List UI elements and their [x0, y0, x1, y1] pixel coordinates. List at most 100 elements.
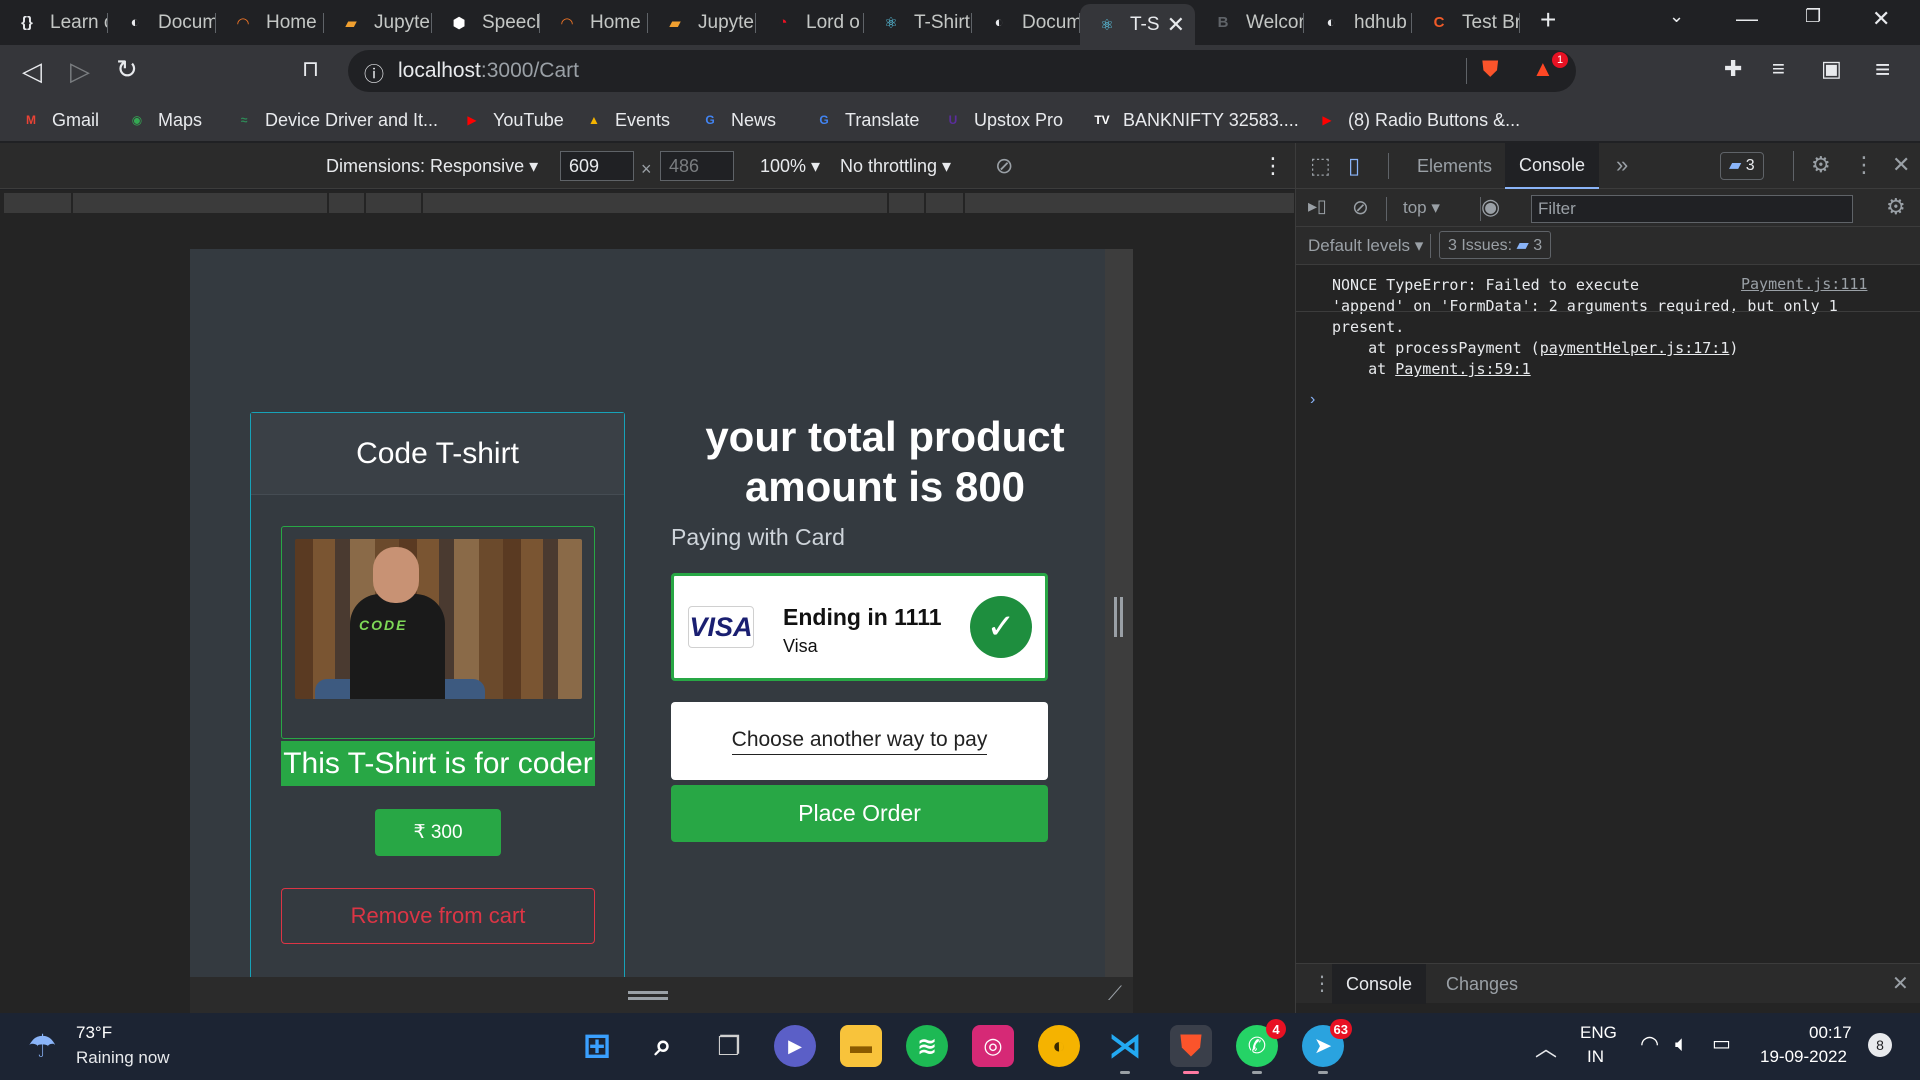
language-line-2[interactable]: IN [1587, 1047, 1604, 1067]
telegram-icon[interactable]: ➤ 63 [1302, 1019, 1352, 1074]
console-prompt[interactable]: › [1310, 391, 1315, 409]
price-button[interactable]: ₹ 300 [375, 809, 501, 856]
vscode-icon[interactable]: ⋊ [1104, 1025, 1146, 1074]
ruler-segment[interactable] [329, 193, 365, 213]
inspect-element-icon[interactable]: ⬚ [1310, 153, 1331, 179]
dimensions-dropdown[interactable]: Dimensions: Responsive ▾ [326, 156, 538, 177]
device-toolbar-more-icon[interactable]: ⋮ [1262, 153, 1284, 179]
vpn-app-icon[interactable]: ◐ [1038, 1025, 1080, 1067]
back-icon[interactable]: ◁ [22, 56, 42, 87]
live-expression-icon[interactable]: ◉ [1481, 194, 1500, 220]
restore-button[interactable]: ❐ [1805, 6, 1821, 27]
ruler-segment[interactable] [366, 193, 422, 213]
more-tabs-icon[interactable]: » [1616, 152, 1628, 178]
volume-icon[interactable]: 🔈︎ [1675, 1031, 1688, 1057]
devtools-more-icon[interactable]: ⋮ [1853, 152, 1875, 178]
browser-tab[interactable]: ◠ Home [540, 4, 648, 41]
bookmark-item[interactable]: ▶ (8) Radio Buttons &... [1316, 107, 1520, 133]
bookmark-item[interactable]: M Gmail [20, 107, 99, 133]
ruler-segment[interactable] [965, 193, 1295, 213]
forward-icon[interactable]: ▷ [70, 56, 90, 87]
browser-tab[interactable]: ◐ Docum [108, 4, 216, 41]
browser-tab[interactable]: ⚛ T-S ✕ [1080, 4, 1195, 45]
notification-count[interactable]: 8 [1868, 1033, 1892, 1057]
teams-chat-icon[interactable]: ▶ [774, 1025, 816, 1067]
drawer-more-icon[interactable]: ⋮ [1312, 971, 1332, 996]
remove-from-cart-button[interactable]: Remove from cart [281, 888, 595, 944]
browser-tab[interactable]: ◐ Docum [972, 4, 1080, 41]
spotify-icon[interactable]: ≋ [906, 1025, 948, 1067]
bookmark-item[interactable]: TV BANKNIFTY 32583.... [1091, 107, 1298, 133]
viewport-resize-handle-bottom[interactable]: ⟋ [190, 977, 1133, 1013]
corner-resize-icon[interactable]: ⟋ [1108, 983, 1122, 1006]
console-source-link[interactable]: Payment.js:111 [1741, 275, 1867, 293]
bookmark-item[interactable]: G Translate [813, 107, 919, 133]
browser-tab[interactable]: {} Learn c [0, 4, 108, 41]
battery-icon[interactable]: ▭ [1712, 1031, 1731, 1056]
choose-another-way-button[interactable]: Choose another way to pay [671, 702, 1048, 780]
browser-tab[interactable]: B Welcor [1196, 4, 1304, 41]
ruler-segment[interactable] [73, 193, 328, 213]
start-button[interactable]: ⊞ [576, 1025, 618, 1067]
saved-card-option[interactable]: VISA Ending in 1111 Visa ✓ [671, 573, 1048, 681]
new-tab-button[interactable]: + [1540, 4, 1556, 36]
menu-icon[interactable]: ≡ [1875, 54, 1890, 85]
wifi-icon[interactable]: ◠ [1640, 1031, 1659, 1057]
bookmark-item[interactable]: G News [699, 107, 776, 133]
settings-icon[interactable]: ⚙ [1811, 152, 1831, 178]
bookmark-item[interactable]: U Upstox Pro [942, 107, 1063, 133]
issues-button[interactable]: 3 Issues: ▰ 3 [1439, 231, 1552, 259]
device-toggle-icon[interactable]: ▯ [1348, 153, 1360, 179]
browser-tab[interactable]: ⚛ T-Shirt [864, 4, 972, 41]
place-order-button[interactable]: Place Order [671, 785, 1048, 842]
brave-rewards-icon[interactable]: ▲ [1532, 56, 1554, 82]
browser-tab[interactable]: ◔ Lord o [756, 4, 864, 41]
ruler-segment[interactable] [423, 193, 888, 213]
zoom-dropdown[interactable]: 100% ▾ [760, 156, 820, 177]
weather-text[interactable]: Raining now [76, 1048, 170, 1068]
viewport-resize-handle-right[interactable] [1105, 249, 1133, 977]
close-tab-icon[interactable]: ✕ [1167, 12, 1185, 38]
task-view-icon[interactable]: ❐ [708, 1025, 750, 1067]
show-hidden-icons[interactable]: ︿ [1535, 1031, 1557, 1063]
close-devtools-icon[interactable]: ✕ [1892, 152, 1910, 178]
reload-icon[interactable]: ↻ [116, 54, 138, 85]
site-info-icon[interactable]: ⓘ [364, 58, 384, 87]
throttling-dropdown[interactable]: No throttling ▾ [840, 156, 951, 177]
tab-elements[interactable]: Elements [1403, 143, 1506, 189]
ruler-segment[interactable] [926, 193, 964, 213]
address-bar[interactable]: ⓘ localhost:3000/Cart ⛊ ▲ 1 [348, 50, 1576, 92]
stack-frame-link[interactable]: paymentHelper.js:17:1 [1540, 339, 1730, 357]
browser-tab[interactable]: C Test Br [1412, 4, 1520, 41]
browser-tab[interactable]: ▰ Jupyte [648, 4, 756, 41]
whatsapp-icon[interactable]: ✆ 4 [1236, 1019, 1286, 1074]
weather-temp[interactable]: 73°F [76, 1023, 112, 1043]
context-dropdown[interactable]: top ▾ [1403, 198, 1440, 218]
browser-tab[interactable]: ◐ hdhub [1304, 4, 1412, 41]
minimize-button[interactable]: — [1736, 6, 1758, 32]
rotate-icon[interactable]: ⊘ [995, 153, 1013, 179]
clock-date[interactable]: 19-09-2022 [1760, 1047, 1847, 1067]
tab-search-icon[interactable]: ⌄ [1669, 6, 1684, 27]
browser-tab[interactable]: ⬢ Speech [432, 4, 540, 41]
issues-counter[interactable]: ▰ 3 [1720, 152, 1764, 180]
instagram-icon[interactable]: ◎ [972, 1025, 1014, 1067]
close-window-button[interactable]: ✕ [1872, 6, 1890, 32]
height-input[interactable]: 486 [660, 151, 734, 181]
console-settings-icon[interactable]: ⚙ [1886, 194, 1906, 220]
brave-shields-icon[interactable]: ⛊ [1482, 56, 1499, 82]
bookmark-icon[interactable]: ⊓ [302, 56, 319, 82]
language-line-1[interactable]: ENG [1580, 1023, 1617, 1043]
sidebar-toggle-icon[interactable]: ▸▯ [1308, 196, 1327, 217]
brave-browser-icon[interactable]: ⛊ [1170, 1025, 1212, 1074]
browser-tab[interactable]: ▰ Jupyte [324, 4, 432, 41]
browser-tab[interactable]: ◠ Home [216, 4, 324, 41]
clock-time[interactable]: 00:17 [1809, 1023, 1852, 1043]
bookmark-item[interactable]: ▶ YouTube [461, 107, 563, 133]
width-input[interactable]: 609 [560, 151, 634, 181]
weather-icon[interactable]: ☂ [28, 1027, 57, 1065]
media-icon[interactable]: ≡ [1772, 56, 1785, 82]
clear-console-icon[interactable]: ⊘ [1352, 195, 1369, 220]
ruler-segment[interactable] [4, 193, 72, 213]
file-explorer-icon[interactable]: ▬ [840, 1025, 882, 1067]
